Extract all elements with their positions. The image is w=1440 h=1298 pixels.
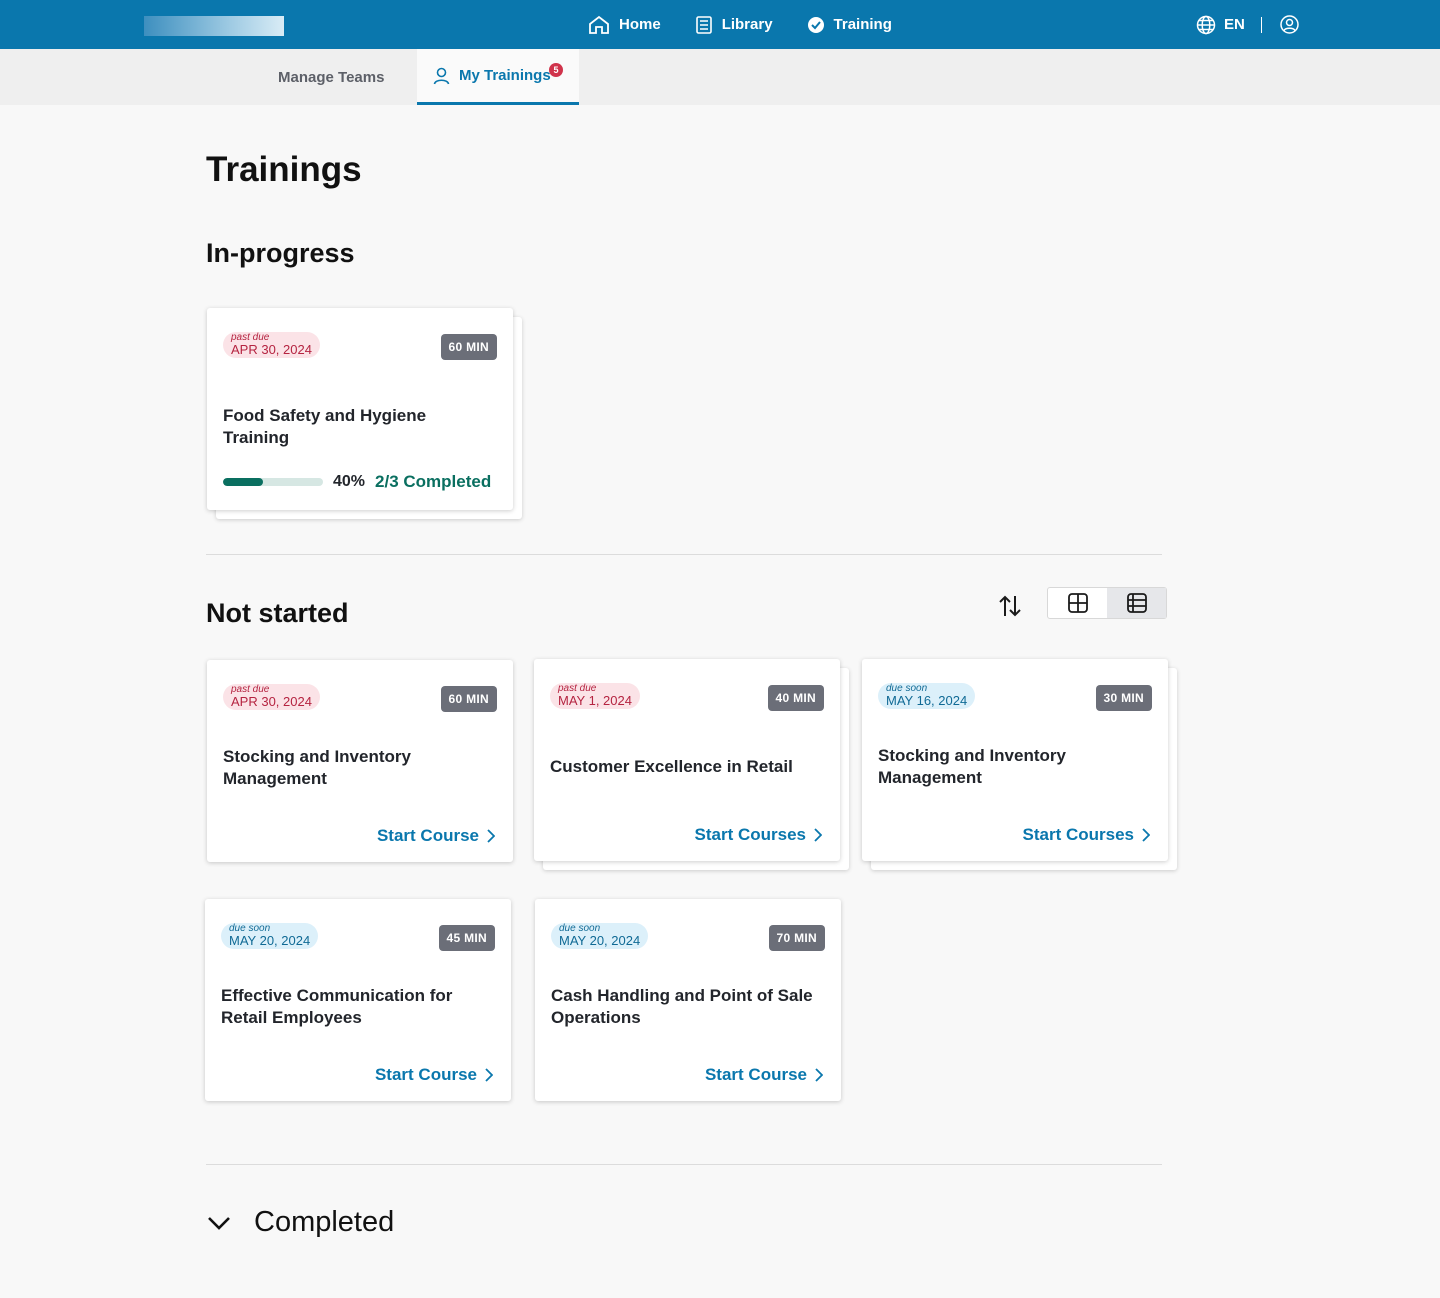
chevron-right-icon: [1142, 828, 1150, 842]
training-title: Food Safety and Hygiene Training: [223, 406, 427, 447]
training-card-wrap: past due APR 30, 2024 60 MIN Stocking an…: [207, 660, 513, 862]
page-title: Trainings: [206, 150, 362, 189]
progress-bar-fill: [223, 478, 263, 486]
chevron-right-icon: [814, 828, 822, 842]
sub-tabs: Manage Teams My Trainings 5: [0, 49, 1440, 105]
training-card[interactable]: due soon MAY 20, 2024 70 MIN Cash Handli…: [535, 899, 841, 1101]
duration-badge: 45 MIN: [438, 925, 495, 951]
duration-badge: 60 MIN: [440, 686, 497, 712]
start-course-button[interactable]: Start Course: [375, 1065, 493, 1085]
due-date: MAY 16, 2024: [886, 693, 968, 708]
progress-row: 40% 2/3 Completed: [223, 472, 491, 492]
nav-library-label: Library: [721, 16, 773, 33]
tab-manage-teams-label: Manage Teams: [278, 68, 385, 86]
table-icon: [1126, 592, 1148, 614]
due-badge: due soon MAY 16, 2024: [878, 683, 976, 709]
due-badge: due soon MAY 20, 2024: [551, 923, 649, 949]
due-date: MAY 20, 2024: [559, 933, 641, 948]
progress-completed-text: 2/3 Completed: [375, 472, 492, 491]
due-badge: past due APR 30, 2024: [223, 332, 320, 358]
start-course-label: Start Course: [376, 826, 479, 845]
chevron-right-icon: [487, 829, 495, 843]
nav-training-label: Training: [833, 16, 892, 33]
due-date: MAY 20, 2024: [229, 933, 311, 948]
library-icon: [695, 15, 713, 35]
view-toggle: [1047, 587, 1167, 619]
tab-my-trainings-label: My Trainings: [459, 67, 551, 84]
section-divider: [206, 1164, 1162, 1165]
nav-library-link[interactable]: Library: [695, 15, 773, 35]
nav-home-link[interactable]: Home: [588, 15, 661, 35]
due-badge: past due APR 30, 2024: [223, 684, 320, 710]
home-icon: [588, 15, 610, 35]
training-card[interactable]: due soon MAY 20, 2024 45 MIN Effective C…: [205, 899, 511, 1101]
start-courses-button[interactable]: Start Courses: [695, 825, 822, 845]
duration-badge: 40 MIN: [767, 685, 824, 711]
table-view-button[interactable]: [1107, 588, 1166, 618]
notification-badge: 5: [549, 63, 563, 77]
start-courses-label: Start Courses: [1022, 825, 1134, 844]
training-title: Effective Communication for Retail Emplo…: [221, 986, 453, 1027]
main-nav: Home Library Training: [588, 0, 892, 49]
sort-button[interactable]: [998, 592, 1024, 620]
training-card-wrap: due soon MAY 20, 2024 70 MIN Cash Handli…: [535, 899, 841, 1101]
section-title-in-progress: In-progress: [206, 238, 355, 268]
nav-separator: [1260, 16, 1262, 33]
training-card-wrap: due soon MAY 20, 2024 45 MIN Effective C…: [205, 899, 511, 1101]
top-navigation-bar: Home Library Training EN: [0, 0, 1440, 49]
start-course-label: Start Course: [704, 1065, 807, 1084]
section-title-not-started: Not started: [206, 598, 349, 628]
training-card-stack: past due APR 30, 2024 60 MIN Food Safety…: [207, 308, 522, 519]
start-courses-button[interactable]: Start Courses: [1023, 825, 1150, 845]
training-card[interactable]: past due APR 30, 2024 60 MIN Stocking an…: [207, 660, 513, 862]
training-title: Cash Handling and Point of Sale Operatio…: [551, 986, 813, 1027]
start-course-label: Start Course: [374, 1065, 477, 1084]
training-card-stack: due soon MAY 16, 2024 30 MIN Stocking an…: [862, 659, 1177, 870]
due-date: APR 30, 2024: [231, 694, 312, 709]
progress-bar: [223, 478, 323, 486]
globe-icon[interactable]: [1196, 15, 1216, 35]
due-date: MAY 1, 2024: [558, 693, 632, 708]
chevron-right-icon: [485, 1068, 493, 1082]
grid-view-button[interactable]: [1048, 588, 1107, 618]
duration-badge: 60 MIN: [440, 334, 497, 360]
training-card[interactable]: past due APR 30, 2024 60 MIN Food Safety…: [207, 308, 513, 510]
nav-home-label: Home: [619, 16, 661, 33]
person-icon: [433, 67, 459, 85]
training-title: Stocking and Inventory Management: [223, 747, 411, 788]
start-course-button[interactable]: Start Course: [705, 1065, 823, 1085]
user-account-icon[interactable]: [1280, 15, 1299, 34]
nav-training-link[interactable]: Training: [807, 16, 892, 34]
progress-percent: 40%: [333, 473, 366, 490]
start-courses-label: Start Courses: [694, 825, 806, 844]
brand-logo[interactable]: [144, 16, 284, 36]
section-title-completed: Completed: [254, 1206, 395, 1238]
training-title: Stocking and Inventory Management: [878, 746, 1066, 787]
due-date: APR 30, 2024: [231, 342, 312, 357]
nav-utilities: EN: [1196, 0, 1299, 49]
completed-section-toggle[interactable]: Completed: [206, 1206, 394, 1239]
section-divider: [206, 554, 1162, 555]
language-selector[interactable]: EN: [1224, 16, 1245, 33]
due-badge: past due MAY 1, 2024: [550, 683, 640, 709]
sort-arrows-icon: [998, 595, 1022, 624]
chevron-down-icon: [206, 1215, 232, 1231]
grid-icon: [1067, 592, 1089, 614]
tab-my-trainings[interactable]: My Trainings 5: [417, 49, 579, 105]
training-title: Customer Excellence in Retail: [550, 757, 793, 776]
tab-manage-teams[interactable]: Manage Teams: [278, 49, 384, 105]
chevron-right-icon: [815, 1068, 823, 1082]
training-card-stack: past due MAY 1, 2024 40 MIN Customer Exc…: [534, 659, 849, 870]
duration-badge: 70 MIN: [768, 925, 825, 951]
training-card[interactable]: past due MAY 1, 2024 40 MIN Customer Exc…: [534, 659, 840, 861]
training-card[interactable]: due soon MAY 16, 2024 30 MIN Stocking an…: [862, 659, 1168, 861]
check-badge-icon: [807, 16, 825, 34]
duration-badge: 30 MIN: [1095, 685, 1152, 711]
due-badge: due soon MAY 20, 2024: [221, 923, 319, 949]
start-course-button[interactable]: Start Course: [377, 826, 495, 846]
